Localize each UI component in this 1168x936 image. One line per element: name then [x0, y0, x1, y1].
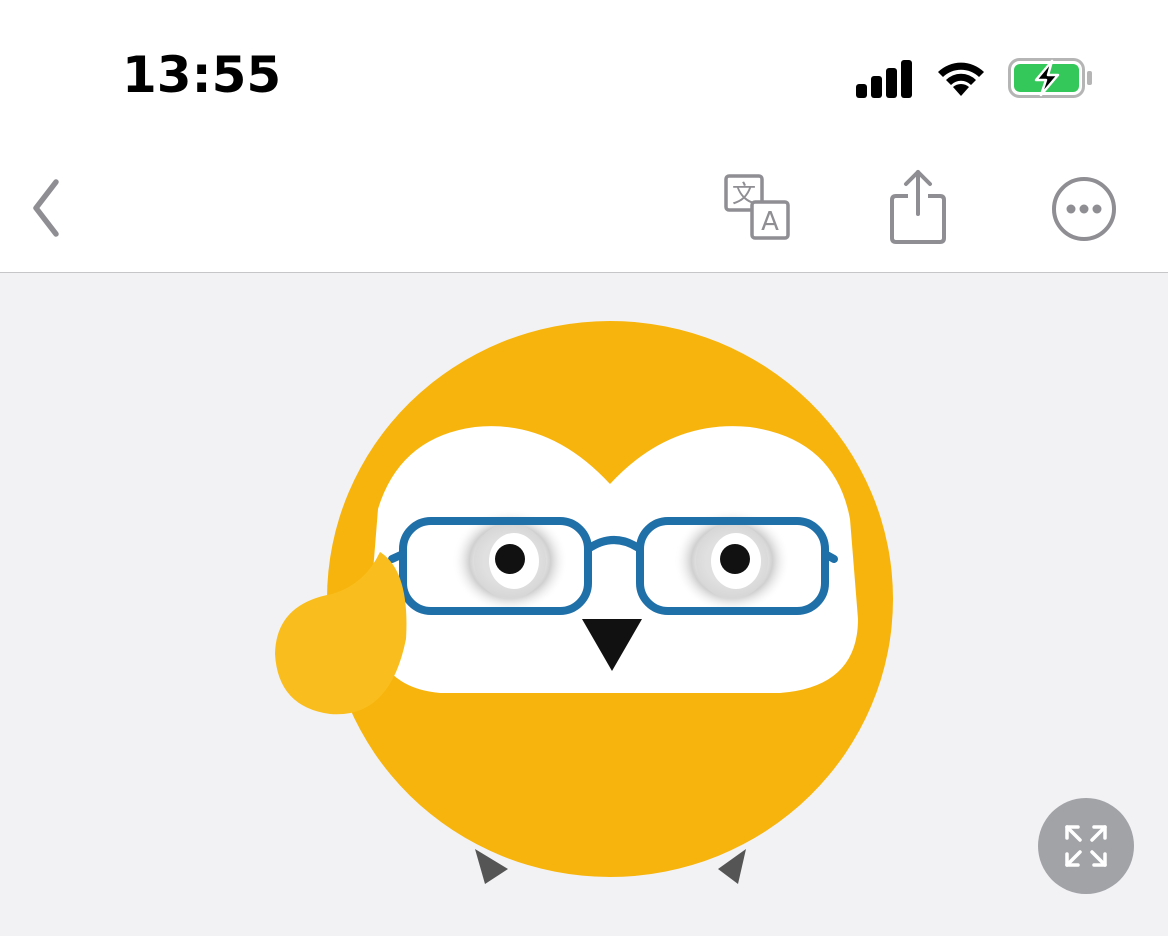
expand-button[interactable] [1038, 798, 1134, 894]
cellular-signal-icon [856, 60, 912, 98]
translate-icon: 文 A [724, 174, 790, 240]
share-icon [890, 170, 946, 244]
chevron-left-icon [33, 179, 59, 237]
translate-button[interactable]: 文 A [716, 170, 798, 244]
owl-avatar-image [275, 321, 893, 884]
share-button[interactable] [880, 164, 956, 248]
wifi-icon [938, 62, 984, 96]
status-time: 13:55 [122, 46, 282, 104]
svg-text:A: A [761, 207, 779, 237]
back-button[interactable] [14, 172, 78, 244]
status-bar: 13:55 [0, 0, 1168, 150]
battery-charging-icon [1008, 58, 1092, 98]
navigation-bar: 文 A [0, 150, 1168, 273]
more-ellipsis-icon [1052, 177, 1116, 241]
more-button[interactable] [1046, 172, 1122, 246]
expand-fullscreen-icon [1065, 825, 1107, 867]
image-viewer[interactable] [0, 273, 1168, 936]
